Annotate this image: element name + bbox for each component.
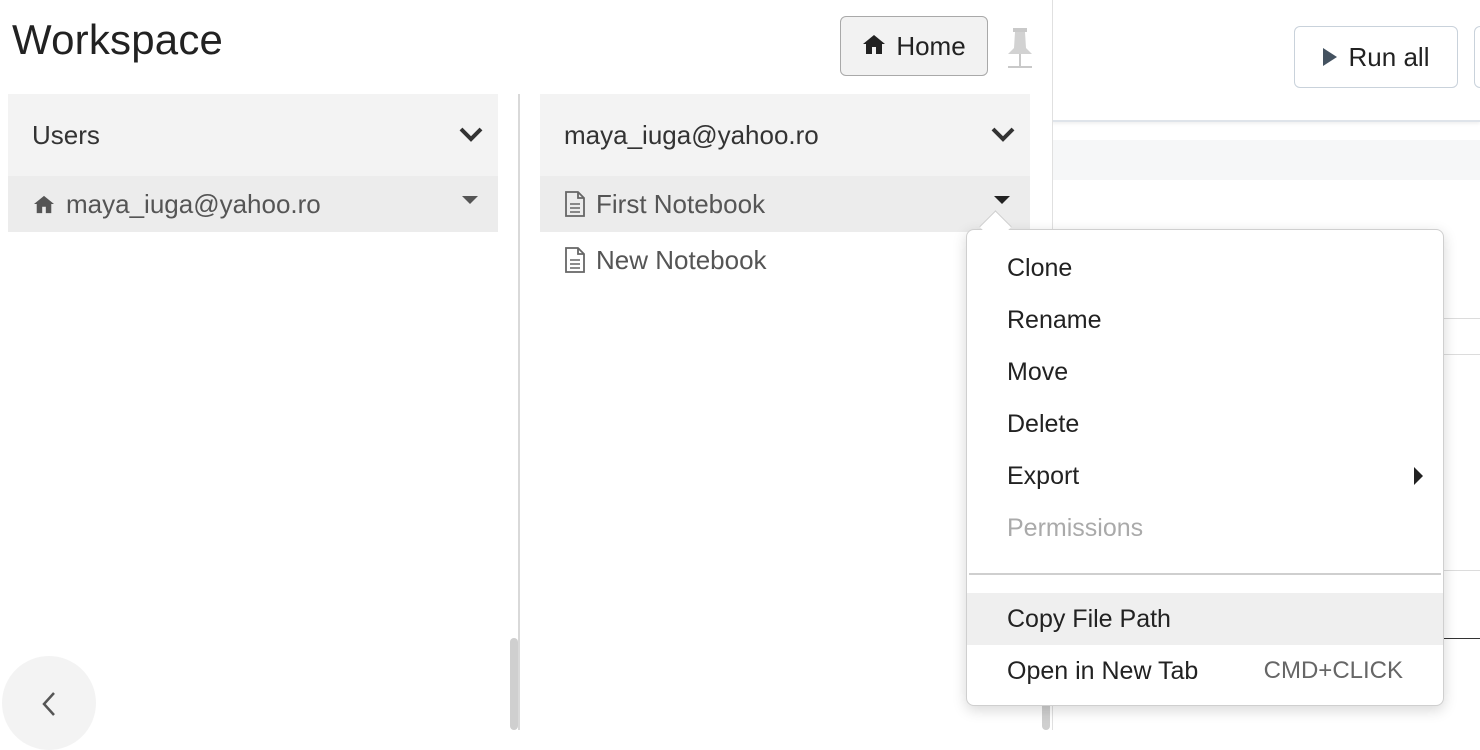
cell-divider <box>1440 354 1480 355</box>
menu-item-delete[interactable]: Delete <box>967 398 1443 450</box>
menu-item-copy-file-path[interactable]: Copy File Path <box>967 593 1443 645</box>
home-button[interactable]: Home <box>840 16 988 76</box>
notebook-row-label: New Notebook <box>596 244 767 275</box>
column-divider <box>518 94 520 730</box>
page-title: Workspace <box>12 16 224 63</box>
toolbar-button-clipped[interactable] <box>1474 26 1480 88</box>
menu-item-label: Permissions <box>1007 513 1144 542</box>
notebook-row-label: First Notebook <box>596 188 766 219</box>
play-icon <box>1322 48 1337 66</box>
home-icon <box>32 194 56 214</box>
notebook-header-strip <box>1052 140 1480 180</box>
cell-divider <box>1440 570 1480 571</box>
column-title: maya_iuga@yahoo.ro <box>564 119 819 150</box>
notebook-row[interactable]: New Notebook <box>540 232 1030 288</box>
context-menu: Clone Rename Move Delete Export Permissi… <box>966 229 1444 706</box>
users-column-header[interactable]: Users <box>8 94 498 176</box>
chevron-down-icon <box>458 120 484 151</box>
run-all-label: Run all <box>1348 41 1430 72</box>
menu-item-label: Delete <box>1007 409 1080 438</box>
user-row[interactable]: maya_iuga@yahoo.ro <box>8 176 498 232</box>
chevron-down-icon <box>990 120 1016 151</box>
collapse-sidebar-button[interactable] <box>2 656 96 750</box>
menu-item-label: Open in New Tab <box>1007 656 1199 685</box>
menu-item-clone[interactable]: Clone <box>967 242 1443 294</box>
workspace-panel: Workspace Home Users maya_iuga@yahoo.ro <box>0 0 1053 750</box>
menu-item-permissions: Permissions <box>967 502 1443 554</box>
menu-item-export[interactable]: Export <box>967 450 1443 502</box>
menu-item-label: Export <box>1007 461 1080 490</box>
scrollbar-thumb[interactable] <box>510 638 518 730</box>
user-row-label: maya_iuga@yahoo.ro <box>66 188 321 219</box>
chevron-left-icon <box>42 692 55 716</box>
notebook-row[interactable]: First Notebook <box>540 176 1030 232</box>
caret-down-icon[interactable] <box>462 196 478 204</box>
run-all-button[interactable]: Run all <box>1294 26 1458 88</box>
users-column: Users maya_iuga@yahoo.ro <box>8 94 498 232</box>
cell-divider <box>1440 638 1480 639</box>
submenu-arrow-icon <box>1414 467 1423 485</box>
menu-separator <box>969 573 1441 575</box>
menu-item-label: Clone <box>1007 253 1073 282</box>
menu-item-open-in-new-tab[interactable]: Open in New Tab CMD+CLICK <box>967 645 1443 697</box>
pin-icon[interactable] <box>1006 26 1034 72</box>
home-icon <box>862 31 886 62</box>
column-title: Users <box>32 119 100 150</box>
cell-divider <box>1440 318 1480 319</box>
notebook-file-icon <box>564 247 586 273</box>
notebook-file-icon <box>564 191 586 217</box>
folder-column: maya_iuga@yahoo.ro First Notebook New No… <box>540 94 1030 288</box>
caret-down-icon[interactable] <box>994 196 1010 204</box>
menu-item-rename[interactable]: Rename <box>967 294 1443 346</box>
menu-item-label: Rename <box>1007 305 1102 334</box>
folder-column-header[interactable]: maya_iuga@yahoo.ro <box>540 94 1030 176</box>
keyboard-shortcut: CMD+CLICK <box>1263 657 1403 684</box>
menu-item-label: Move <box>1007 357 1069 386</box>
menu-item-move[interactable]: Move <box>967 346 1443 398</box>
home-label: Home <box>896 30 966 61</box>
menu-item-label: Copy File Path <box>1007 604 1171 633</box>
